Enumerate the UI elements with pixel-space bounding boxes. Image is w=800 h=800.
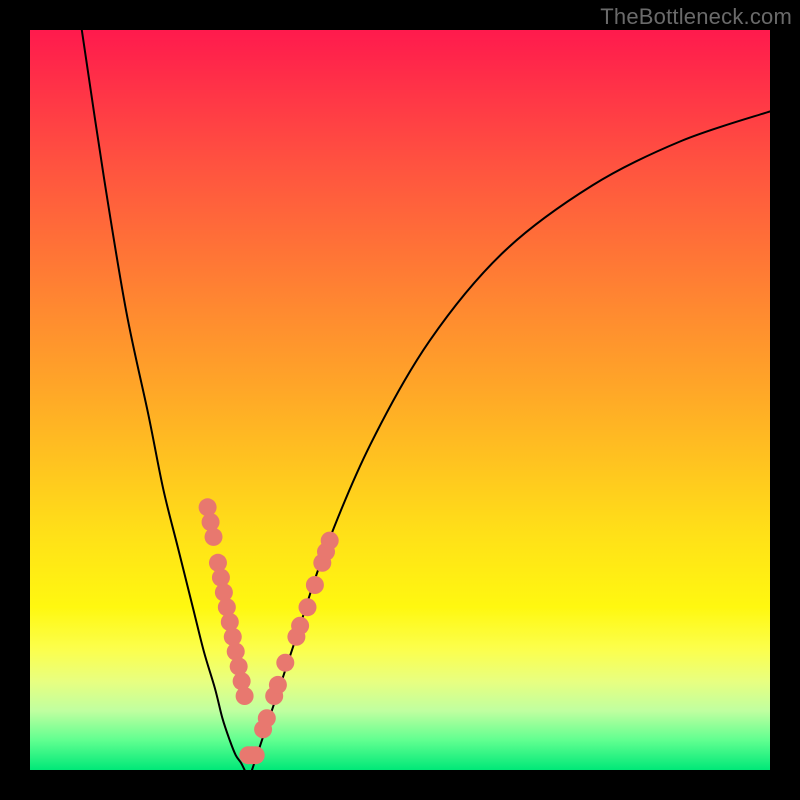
data-point: [205, 528, 223, 546]
data-point: [199, 498, 217, 516]
data-point: [247, 746, 265, 764]
data-point: [233, 672, 251, 690]
left-curve: [82, 30, 245, 770]
chart-frame: TheBottleneck.com: [0, 0, 800, 800]
data-point: [230, 657, 248, 675]
data-point: [202, 513, 220, 531]
data-point: [306, 576, 324, 594]
data-point: [291, 617, 309, 635]
data-point: [227, 643, 245, 661]
data-point: [221, 613, 239, 631]
right-curve: [252, 111, 770, 770]
data-point: [224, 628, 242, 646]
data-point: [321, 532, 339, 550]
plot-area: [30, 30, 770, 770]
watermark-text: TheBottleneck.com: [600, 4, 792, 30]
data-point: [209, 554, 227, 572]
data-point: [236, 687, 254, 705]
data-point: [258, 709, 276, 727]
data-point: [215, 583, 233, 601]
data-point: [276, 654, 294, 672]
data-point: [218, 598, 236, 616]
data-point: [299, 598, 317, 616]
chart-svg: [30, 30, 770, 770]
data-points-group: [199, 498, 339, 764]
data-point: [269, 676, 287, 694]
data-point: [212, 569, 230, 587]
